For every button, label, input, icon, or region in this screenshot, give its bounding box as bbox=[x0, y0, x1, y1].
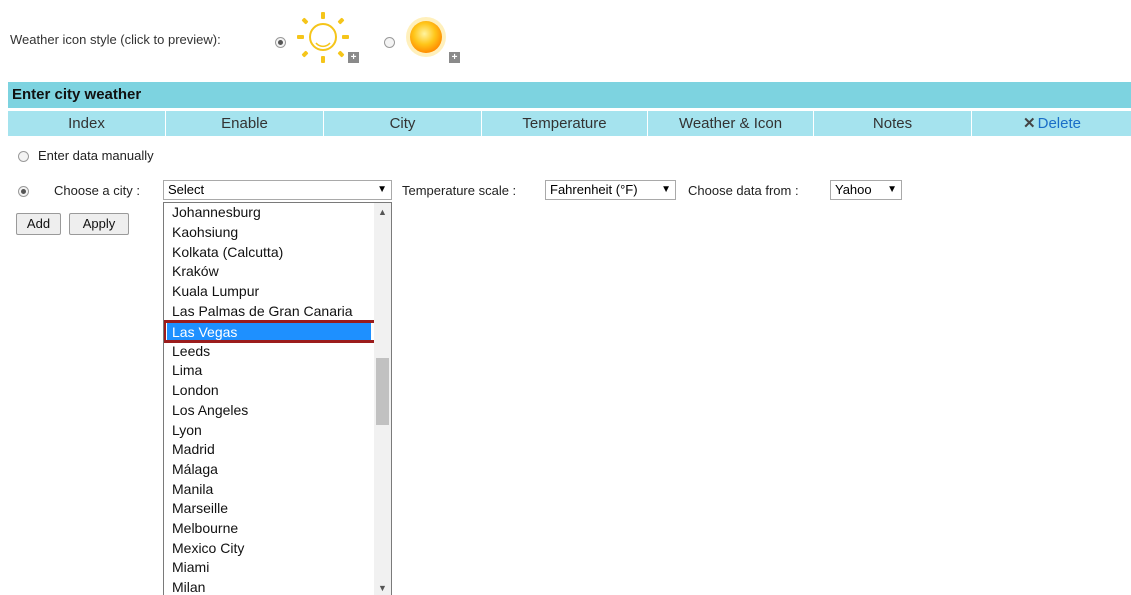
column-weather-icon: Weather & Icon bbox=[648, 111, 814, 136]
data-source-select[interactable]: Yahoo ▼ bbox=[830, 180, 902, 200]
column-notes: Notes bbox=[814, 111, 972, 136]
column-enable: Enable bbox=[166, 111, 324, 136]
temperature-scale-label: Temperature scale : bbox=[402, 183, 517, 198]
list-item[interactable]: Lima bbox=[164, 361, 374, 380]
chevron-down-icon: ▼ bbox=[377, 184, 387, 195]
section-title: Enter city weather bbox=[12, 86, 142, 103]
delete-column-header[interactable]: ✕ Delete bbox=[972, 111, 1131, 136]
scrollbar-thumb[interactable] bbox=[376, 358, 389, 425]
chevron-down-icon: ▼ bbox=[661, 184, 671, 195]
list-item[interactable]: Las Palmas de Gran Canaria bbox=[164, 302, 374, 321]
column-temperature: Temperature bbox=[482, 111, 648, 136]
outline-sun-icon[interactable]: + bbox=[294, 12, 360, 70]
list-item[interactable]: Marseille bbox=[164, 499, 374, 518]
list-item[interactable]: Miami bbox=[164, 558, 374, 577]
close-icon: ✕ bbox=[1023, 115, 1036, 132]
list-item[interactable]: Kolkata (Calcutta) bbox=[164, 243, 374, 262]
add-button[interactable]: Add bbox=[16, 213, 61, 235]
list-item[interactable]: Madrid bbox=[164, 440, 374, 459]
table-header: Index Enable City Temperature Weather & … bbox=[8, 111, 1131, 136]
list-item[interactable]: Melbourne bbox=[164, 519, 374, 538]
choose-city-label: Choose a city : bbox=[54, 183, 140, 198]
section-header: Enter city weather bbox=[8, 82, 1131, 108]
column-index: Index bbox=[8, 111, 166, 136]
list-item[interactable]: Los Angeles bbox=[164, 401, 374, 420]
manual-entry-row: Enter data manually bbox=[18, 148, 418, 166]
city-select-value: Select bbox=[168, 182, 205, 197]
list-item[interactable]: Kuala Lumpur bbox=[164, 282, 374, 301]
scroll-down-icon[interactable]: ▼ bbox=[378, 583, 387, 593]
city-dropdown-list[interactable]: Johannesburg Kaohsiung Kolkata (Calcutta… bbox=[163, 202, 392, 595]
list-item[interactable]: Kraków bbox=[164, 262, 374, 281]
glossy-sun-preview-plus-icon: + bbox=[449, 52, 460, 63]
data-source-label: Choose data from : bbox=[688, 183, 799, 198]
city-choice-row: Choose a city : Select ▼ Temperature sca… bbox=[18, 180, 1118, 202]
list-item[interactable]: Lyon bbox=[164, 421, 374, 440]
selected-option-label: Las Vegas bbox=[172, 324, 238, 340]
chevron-down-icon: ▼ bbox=[887, 184, 897, 195]
data-source-value: Yahoo bbox=[835, 182, 872, 197]
apply-button[interactable]: Apply bbox=[69, 213, 129, 235]
manual-entry-radio[interactable] bbox=[18, 151, 29, 162]
list-item-selected[interactable]: Las Vegas bbox=[164, 320, 377, 343]
scroll-up-icon[interactable]: ▲ bbox=[378, 207, 387, 217]
list-item[interactable]: Milan bbox=[164, 578, 374, 595]
delete-link[interactable]: Delete bbox=[1038, 115, 1081, 132]
manual-entry-label: Enter data manually bbox=[38, 148, 154, 163]
outline-sun-preview-plus-icon: + bbox=[348, 52, 359, 63]
list-item[interactable]: Johannesburg bbox=[164, 203, 374, 222]
dropdown-scrollbar[interactable]: ▲ ▼ bbox=[374, 203, 391, 595]
city-select[interactable]: Select ▼ bbox=[163, 180, 392, 200]
icon-style-outline-radio[interactable] bbox=[275, 37, 286, 48]
glossy-sun-icon[interactable]: + bbox=[402, 12, 462, 70]
icon-style-glossy-radio[interactable] bbox=[384, 37, 395, 48]
icon-style-row: Weather icon style (click to preview): + bbox=[10, 12, 610, 70]
temperature-scale-select[interactable]: Fahrenheit (°F) ▼ bbox=[545, 180, 676, 200]
icon-style-label: Weather icon style (click to preview): bbox=[10, 32, 221, 47]
temperature-scale-value: Fahrenheit (°F) bbox=[550, 182, 638, 197]
column-city: City bbox=[324, 111, 482, 136]
list-item[interactable]: Manila bbox=[164, 480, 374, 499]
choose-city-radio[interactable] bbox=[18, 186, 29, 197]
list-item[interactable]: Málaga bbox=[164, 460, 374, 479]
list-item[interactable]: Leeds bbox=[164, 342, 374, 361]
list-item[interactable]: Kaohsiung bbox=[164, 223, 374, 242]
list-item[interactable]: London bbox=[164, 381, 374, 400]
list-item[interactable]: Mexico City bbox=[164, 539, 374, 558]
